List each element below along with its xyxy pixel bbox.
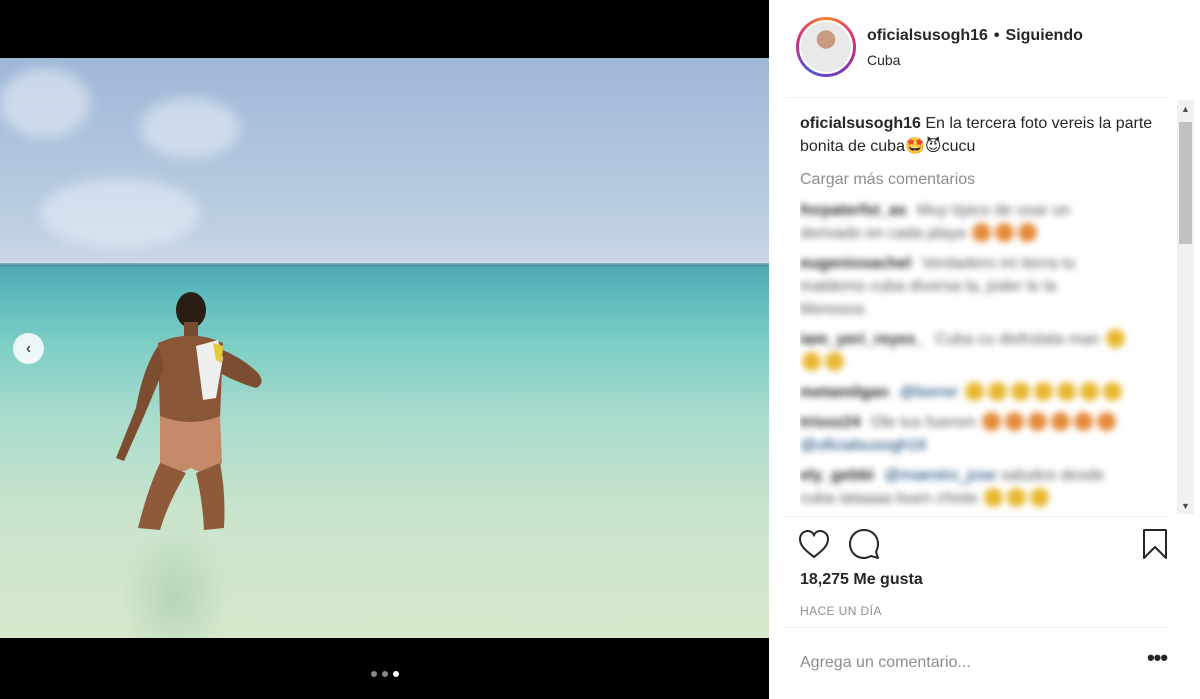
- caption-suffix: cucu: [941, 138, 976, 155]
- emoji-icon: [1097, 412, 1117, 431]
- comment-mention[interactable]: @maestro_jose: [884, 467, 996, 484]
- username-link[interactable]: oficialsusogh16: [867, 27, 988, 44]
- comment-row: ely_gebbi @maestro_jose saludos desde cu…: [800, 464, 1174, 510]
- carousel-dot-active: [392, 671, 399, 677]
- comment-text: saludos desde: [1001, 467, 1105, 484]
- comment-username[interactable]: fnrpaterfst_as: [800, 202, 907, 219]
- carousel-dot: [370, 671, 377, 677]
- emoji-icon: [1007, 488, 1027, 507]
- emoji-icon: [1102, 382, 1122, 401]
- emoji-icon: [802, 352, 821, 371]
- heart-icon: [798, 529, 830, 559]
- divider: [785, 97, 1170, 98]
- chevron-left-icon: ‹: [25, 339, 32, 357]
- comment-row: fnrpaterfst_as Muy típico de usar un der…: [800, 199, 1174, 245]
- scroll-down-arrow-icon[interactable]: ▼: [1177, 497, 1194, 514]
- caption: oficialsusogh16 En la tercera foto verei…: [800, 112, 1174, 158]
- comment-text: Menosos: [800, 301, 865, 318]
- comment-username[interactable]: eugeniosachel: [800, 255, 911, 272]
- emoji-icon: [1033, 382, 1053, 401]
- emoji-icon: [1017, 223, 1037, 242]
- comment-row: metamilgan @borrer: [800, 381, 1174, 404]
- devil-emoji: 😈: [924, 138, 942, 155]
- load-more-comments-button[interactable]: Cargar más comentarios: [800, 168, 1174, 191]
- emoji-icon: [1079, 382, 1099, 401]
- comment-text: Ole tus fuerom: [870, 414, 976, 431]
- bookmark-icon: [1143, 529, 1167, 559]
- carousel-dot: [381, 671, 388, 677]
- comment-row: iam_yeri_reyes_ Cuba cu disfrútala man: [800, 328, 1174, 374]
- comment-username[interactable]: trisoz24: [800, 414, 860, 431]
- comment-mention[interactable]: @oficialsusogh16: [800, 437, 927, 454]
- comment-text: Cuba cu disfrútala man: [935, 331, 1100, 348]
- emoji-icon: [1030, 488, 1050, 507]
- emoji-icon: [994, 223, 1014, 242]
- emoji-icon: [1010, 382, 1030, 401]
- cloud: [140, 98, 240, 158]
- scroll-up-arrow-icon[interactable]: ▲: [1177, 100, 1194, 117]
- comment-row: trisoz24 Ole tus fuerom @oficialsusogh16: [800, 411, 1174, 457]
- comments-list: oficialsusogh16 En la tercera foto verei…: [800, 112, 1174, 512]
- comment-row: eugeniosachel Verdadero mi tierra tu mal…: [800, 252, 1174, 321]
- divider: [785, 627, 1170, 628]
- comment-text: cuba iataaaa buen chiste: [800, 490, 978, 507]
- post-media: ‹: [0, 0, 769, 699]
- save-button[interactable]: [1138, 527, 1172, 561]
- comment-username[interactable]: ely_gebbi: [800, 467, 874, 484]
- carousel-indicator: [0, 671, 769, 677]
- emoji-icon: [964, 382, 984, 401]
- comment-text: Verdadero mi tierra tu: [921, 255, 1076, 272]
- cloud: [0, 68, 90, 138]
- comment-mention[interactable]: @borrer: [899, 384, 958, 401]
- blurred-comments: fnrpaterfst_as Muy típico de usar un der…: [800, 199, 1174, 510]
- more-options-button[interactable]: •••: [1144, 647, 1170, 675]
- comment-text: Muy típico de usar un: [917, 202, 1071, 219]
- follow-status-button[interactable]: Siguiendo: [1006, 27, 1083, 44]
- avatar[interactable]: [796, 17, 856, 77]
- comment-text: maldemo cuba diversa la, joder le la: [800, 278, 1057, 295]
- horizon: [0, 263, 769, 266]
- emoji-icon: [1056, 382, 1076, 401]
- comment-username[interactable]: iam_yeri_reyes_: [800, 331, 925, 348]
- emoji-icon: [1106, 329, 1125, 348]
- emoji-icon: [987, 382, 1007, 401]
- emoji-icon: [971, 223, 991, 242]
- like-count[interactable]: 18,275 Me gusta: [800, 571, 923, 589]
- header-user: oficialsusogh16 • Siguiendo: [867, 27, 1083, 45]
- water-reflection: [120, 528, 230, 638]
- comments-scrollbar[interactable]: ▲ ▼: [1177, 100, 1194, 514]
- post-actions: [797, 527, 1172, 561]
- divider: [785, 516, 1170, 517]
- like-button[interactable]: [797, 527, 831, 561]
- comment-text: derivado en cada playa: [800, 225, 966, 242]
- carousel-prev-button[interactable]: ‹: [13, 333, 44, 364]
- star-eyes-emoji: 🤩: [904, 138, 925, 155]
- emoji-icon: [1005, 412, 1025, 431]
- comment-input[interactable]: [800, 650, 1130, 676]
- emoji-icon: [1028, 412, 1048, 431]
- emoji-icon: [1051, 412, 1071, 431]
- comment-icon: [849, 529, 879, 559]
- separator-dot: •: [993, 27, 1000, 44]
- person-figure: [116, 292, 262, 530]
- comment-button[interactable]: [847, 527, 881, 561]
- emoji-icon: [1074, 412, 1094, 431]
- post-panel: oficialsusogh16 • Siguiendo Cuba oficialsu…: [769, 0, 1200, 699]
- post-photo[interactable]: [0, 58, 769, 638]
- comment-username[interactable]: metamilgan: [800, 384, 889, 401]
- location-link[interactable]: Cuba: [867, 52, 900, 68]
- emoji-icon: [982, 412, 1002, 431]
- emoji-icon: [984, 488, 1004, 507]
- post-timestamp[interactable]: HACE UN DÍA: [800, 604, 882, 618]
- caption-username[interactable]: oficialsusogh16: [800, 115, 921, 132]
- cloud: [40, 178, 200, 248]
- scroll-thumb[interactable]: [1179, 122, 1192, 244]
- post-header: oficialsusogh16 • Siguiendo Cuba: [769, 0, 1200, 96]
- emoji-icon: [825, 352, 844, 371]
